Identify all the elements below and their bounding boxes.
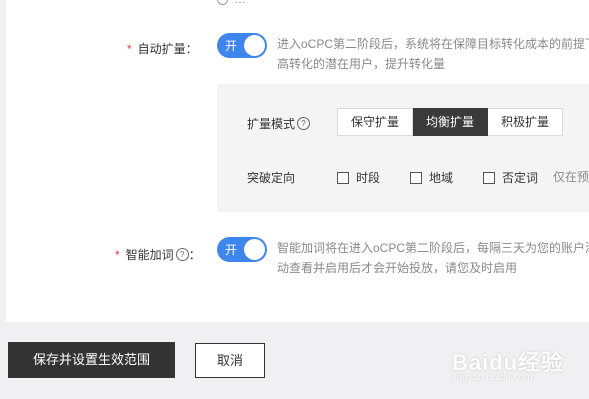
smart-keywords-toggle[interactable]: 开 [217,237,267,262]
radio-icon [217,0,228,5]
cancel-button[interactable]: 取消 [195,343,265,378]
expand-mode-aggressive[interactable]: 积极扩量 [488,108,564,136]
smart-keywords-colon: ： [188,248,201,262]
checkbox-icon [337,171,349,184]
auto-expand-label-group: * 自动扩量： [127,40,198,57]
baidu-watermark-url: jingyan.baidu.com [452,372,533,383]
auto-expand-desc-line1: 进入oCPC第二阶段后，系统将在保障目标转化成本的前提下 [277,37,589,51]
help-icon[interactable]: ? [175,248,189,261]
checkbox-negative-keyword-label: 否定词 [502,171,539,185]
help-icon[interactable]: ? [297,117,311,130]
toggle-on-text: 开 [225,243,238,257]
smart-keywords-label: 智能加词 [125,248,174,262]
required-mark: * [115,247,120,262]
toggle-knob [244,239,265,260]
checkbox-icon [483,171,495,184]
cut-off-row: … [217,0,246,6]
save-and-set-scope-button[interactable]: 保存并设置生效范围 [8,342,175,378]
expand-mode-label: 扩量模式 [247,117,296,131]
checkbox-time-label: 时段 [356,171,381,185]
auto-expand-description: 进入oCPC第二阶段后，系统将在保障目标转化成本的前提下 高转化的潜在用户，提升… [277,34,589,74]
auto-expand-toggle[interactable]: 开 [217,33,267,58]
expand-options-box [217,84,589,212]
expand-mode-balanced[interactable]: 均衡扩量 [413,108,489,136]
auto-expand-desc-line2: 高转化的潜在用户，提升转化量 [277,57,446,71]
toggle-knob [244,35,265,56]
required-mark: * [127,41,132,56]
expand-mode-selector: 保守扩量 均衡扩量 积极扩量 [337,108,564,136]
smart-keywords-label-group: * 智能加词 ? ： [115,246,201,263]
checkbox-region[interactable]: 地域 [410,169,453,186]
breakthrough-label: 突破定向 [247,171,296,185]
auto-expand-label: 自动扩量： [137,42,198,56]
smart-keywords-desc-line2: 动查看并启用后才会开始投放，请您及时启用 [277,261,518,275]
checkbox-region-label: 地域 [429,171,454,185]
cut-off-text: … [234,0,246,6]
smart-keywords-desc-line1: 智能加词将在进入oCPC第二阶段后，每隔三天为您的账户添 [277,241,589,255]
checkbox-negative-keyword[interactable]: 否定词 [483,169,538,186]
checkbox-icon [410,171,422,184]
expand-mode-conservative[interactable]: 保守扩量 [337,108,414,136]
checkbox-time[interactable]: 时段 [337,169,380,186]
smart-keywords-description: 智能加词将在进入oCPC第二阶段后，每隔三天为您的账户添 动查看并启用后才会开始… [277,238,589,278]
expand-mode-label-group: 扩量模式 ? [247,115,311,132]
breakthrough-trailing-text: 仅在预 [553,170,589,184]
toggle-on-text: 开 [225,39,238,53]
